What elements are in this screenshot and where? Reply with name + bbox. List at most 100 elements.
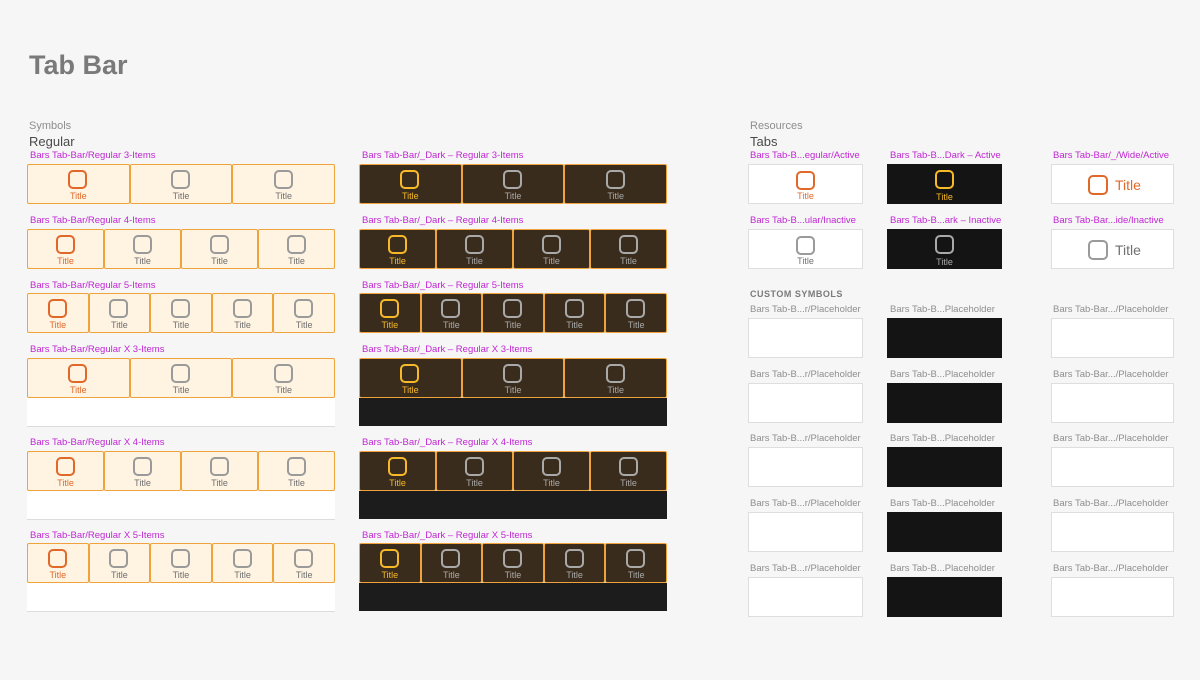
- tab-item[interactable]: Title: [359, 543, 421, 583]
- tab-light-active[interactable]: Title: [748, 164, 863, 204]
- placeholder-label[interactable]: Bars Tab-B...r/Placeholder: [750, 369, 861, 380]
- tab-item[interactable]: Title: [543, 293, 606, 333]
- tab-item[interactable]: Title: [564, 358, 668, 398]
- placeholder-label[interactable]: Bars Tab-Bar.../Placeholder: [1053, 369, 1168, 380]
- tab-bar-light-x3[interactable]: Title Title Title: [27, 358, 336, 398]
- tab-bar-dark-x5[interactable]: Title Title Title Title Title: [359, 543, 667, 583]
- tab-item[interactable]: Title: [461, 358, 565, 398]
- placeholder-label[interactable]: Bars Tab-Bar.../Placeholder: [1053, 304, 1168, 315]
- tab-item[interactable]: Title: [605, 293, 667, 333]
- tab-item[interactable]: Title: [27, 358, 130, 398]
- symbol-label[interactable]: Bars Tab-Bar/_Dark – Regular 3-Items: [362, 150, 523, 161]
- tab-item[interactable]: Title: [211, 543, 274, 583]
- placeholder-label[interactable]: Bars Tab-B...Placeholder: [890, 369, 995, 380]
- symbol-label[interactable]: Bars Tab-Bar/Regular X 3-Items: [30, 344, 164, 355]
- tab-item[interactable]: Title: [359, 358, 462, 398]
- placeholder-box[interactable]: [1051, 512, 1174, 552]
- placeholder-box[interactable]: [1051, 447, 1174, 487]
- placeholder-label[interactable]: Bars Tab-Bar.../Placeholder: [1053, 433, 1168, 444]
- tab-item[interactable]: Title: [590, 451, 667, 491]
- tab-bar-light-x4[interactable]: Title Title Title Title: [27, 451, 335, 491]
- tab-item[interactable]: Title: [232, 358, 336, 398]
- tab-item[interactable]: Title: [482, 293, 544, 333]
- tab-item[interactable]: Title: [27, 229, 104, 269]
- tab-dark-inactive[interactable]: Title: [887, 229, 1002, 269]
- tab-item[interactable]: Title: [150, 543, 212, 583]
- placeholder-box[interactable]: [887, 577, 1002, 617]
- resource-label[interactable]: Bars Tab-B...ark – Inactive: [890, 215, 1001, 226]
- tab-item[interactable]: Title: [232, 164, 336, 204]
- symbol-label[interactable]: Bars Tab-Bar/Regular 5-Items: [30, 280, 156, 291]
- tab-bar-dark-x4[interactable]: Title Title Title Title: [359, 451, 667, 491]
- symbol-label[interactable]: Bars Tab-Bar/_Dark – Regular 4-Items: [362, 215, 523, 226]
- tab-bar-dark-x3[interactable]: Title Title Title: [359, 358, 668, 398]
- tab-item[interactable]: Title: [359, 229, 436, 269]
- tab-item[interactable]: Title: [258, 451, 335, 491]
- tab-item[interactable]: Title: [181, 451, 258, 491]
- placeholder-label[interactable]: Bars Tab-B...Placeholder: [890, 563, 995, 574]
- resource-label[interactable]: Bars Tab-Bar/_/Wide/Active: [1053, 150, 1169, 161]
- tab-item[interactable]: Title: [258, 229, 335, 269]
- symbol-label[interactable]: Bars Tab-Bar/Regular X 4-Items: [30, 437, 164, 448]
- tab-bar-light-3[interactable]: Title Title Title: [27, 164, 336, 204]
- tab-item[interactable]: Title: [181, 229, 258, 269]
- tab-item[interactable]: Title: [150, 293, 212, 333]
- tab-item[interactable]: Title: [27, 164, 130, 204]
- tab-bar-dark-3[interactable]: Title Title Title: [359, 164, 668, 204]
- placeholder-label[interactable]: Bars Tab-B...r/Placeholder: [750, 304, 861, 315]
- placeholder-box[interactable]: [1051, 577, 1174, 617]
- tab-item[interactable]: Title: [104, 451, 181, 491]
- placeholder-box[interactable]: [748, 447, 863, 487]
- tab-light-inactive[interactable]: Title: [748, 229, 863, 269]
- tab-item[interactable]: Title: [513, 451, 590, 491]
- placeholder-box[interactable]: [748, 318, 863, 358]
- symbol-label[interactable]: Bars Tab-Bar/_Dark – Regular X 5-Items: [362, 530, 532, 541]
- placeholder-box[interactable]: [748, 577, 863, 617]
- tab-dark-active[interactable]: Title: [887, 164, 1002, 204]
- tab-item[interactable]: Title: [359, 164, 462, 204]
- placeholder-label[interactable]: Bars Tab-B...Placeholder: [890, 498, 995, 509]
- tab-wide-inactive[interactable]: Title: [1051, 229, 1174, 269]
- tab-item[interactable]: Title: [359, 451, 436, 491]
- resource-label[interactable]: Bars Tab-Bar...ide/Inactive: [1053, 215, 1164, 226]
- tab-item[interactable]: Title: [605, 543, 667, 583]
- placeholder-label[interactable]: Bars Tab-Bar.../Placeholder: [1053, 498, 1168, 509]
- placeholder-label[interactable]: Bars Tab-B...r/Placeholder: [750, 498, 861, 509]
- tab-item[interactable]: Title: [104, 229, 181, 269]
- tab-item[interactable]: Title: [564, 164, 668, 204]
- symbol-label[interactable]: Bars Tab-Bar/_Dark – Regular X 3-Items: [362, 344, 532, 355]
- tab-wide-active[interactable]: Title: [1051, 164, 1174, 204]
- resource-label[interactable]: Bars Tab-B...ular/Inactive: [750, 215, 856, 226]
- placeholder-label[interactable]: Bars Tab-B...Placeholder: [890, 433, 995, 444]
- tab-item[interactable]: Title: [513, 229, 590, 269]
- tab-item[interactable]: Title: [482, 543, 544, 583]
- symbol-label[interactable]: Bars Tab-Bar/Regular 4-Items: [30, 215, 156, 226]
- tab-item[interactable]: Title: [27, 543, 89, 583]
- tab-item[interactable]: Title: [273, 293, 335, 333]
- tab-item[interactable]: Title: [88, 293, 151, 333]
- tab-item[interactable]: Title: [211, 293, 274, 333]
- placeholder-label[interactable]: Bars Tab-B...Placeholder: [890, 304, 995, 315]
- tab-item[interactable]: Title: [461, 164, 565, 204]
- placeholder-box[interactable]: [1051, 318, 1174, 358]
- tab-bar-light-x5[interactable]: Title Title Title Title Title: [27, 543, 335, 583]
- placeholder-box[interactable]: [887, 383, 1002, 423]
- placeholder-label[interactable]: Bars Tab-B...r/Placeholder: [750, 563, 861, 574]
- placeholder-box[interactable]: [887, 447, 1002, 487]
- placeholder-box[interactable]: [748, 512, 863, 552]
- tab-item[interactable]: Title: [420, 293, 483, 333]
- placeholder-label[interactable]: Bars Tab-B...r/Placeholder: [750, 433, 861, 444]
- placeholder-box[interactable]: [748, 383, 863, 423]
- resource-label[interactable]: Bars Tab-B...egular/Active: [750, 150, 860, 161]
- resource-label[interactable]: Bars Tab-B...Dark – Active: [890, 150, 1001, 161]
- placeholder-label[interactable]: Bars Tab-Bar.../Placeholder: [1053, 563, 1168, 574]
- tab-bar-dark-5[interactable]: Title Title Title Title Title: [359, 293, 667, 333]
- tab-item[interactable]: Title: [543, 543, 606, 583]
- tab-item[interactable]: Title: [27, 293, 89, 333]
- placeholder-box[interactable]: [887, 512, 1002, 552]
- tab-item[interactable]: Title: [420, 543, 483, 583]
- tab-item[interactable]: Title: [88, 543, 151, 583]
- symbol-label[interactable]: Bars Tab-Bar/Regular X 5-Items: [30, 530, 164, 541]
- symbol-label[interactable]: Bars Tab-Bar/_Dark – Regular 5-Items: [362, 280, 523, 291]
- tab-bar-light-4[interactable]: Title Title Title Title: [27, 229, 335, 269]
